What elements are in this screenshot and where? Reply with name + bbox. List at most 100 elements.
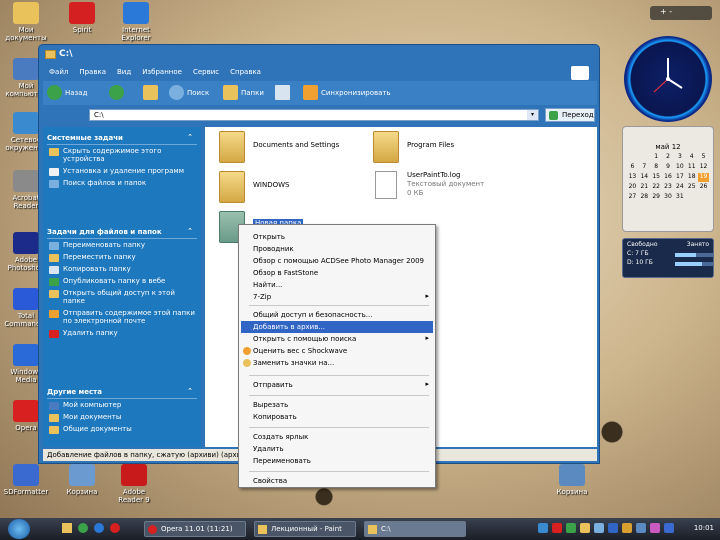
calendar-day[interactable]: 3	[674, 153, 685, 162]
context-menu-item[interactable]: 7-Zip ▸	[241, 291, 433, 303]
calendar-day[interactable]: 30	[663, 193, 674, 202]
task-link[interactable]: Скрыть содержимое этого устройства	[47, 145, 197, 165]
calendar-day[interactable]: 7	[639, 163, 650, 172]
quicklaunch-opera-icon[interactable]	[110, 523, 120, 533]
task-link[interactable]: Опубликовать папку в вебе	[47, 275, 197, 287]
calendar-day[interactable]: 1	[651, 153, 662, 162]
context-menu-item[interactable]: Оценить вес с Shockwave	[241, 345, 433, 357]
calendar-day[interactable]	[639, 153, 650, 162]
forward-button[interactable]	[109, 85, 125, 101]
calendar-day[interactable]: 24	[674, 183, 685, 192]
chevron-up-icon[interactable]: ⌃	[187, 227, 193, 235]
start-button[interactable]	[8, 519, 30, 539]
calendar-day[interactable]: 2	[663, 153, 674, 162]
chevron-up-icon[interactable]: ⌃	[187, 387, 193, 395]
desktop-icon[interactable]: Корзина	[58, 464, 106, 496]
desktop-icon[interactable]: Internet Explorer	[112, 2, 160, 42]
context-menu-item[interactable]: Общий доступ и безопасность...	[241, 309, 433, 321]
context-menu-item[interactable]: Свойства	[241, 475, 433, 487]
go-button[interactable]: Переход	[545, 108, 595, 122]
menu-help[interactable]: Справка	[224, 65, 266, 76]
context-menu-item[interactable]: Открыть с помощью поиска ▸	[241, 333, 433, 345]
calendar-day[interactable]: 18	[686, 173, 697, 182]
calendar-day[interactable]: 19	[698, 173, 709, 182]
calendar-day[interactable]: 5	[698, 153, 709, 162]
calendar-day[interactable]: 14	[639, 173, 650, 182]
tray-clock[interactable]: 10:01	[694, 524, 714, 532]
calendar-day[interactable]: 10	[674, 163, 685, 172]
calendar-day[interactable]: 21	[639, 183, 650, 192]
calendar-day[interactable]: 11	[686, 163, 697, 172]
calendar-day[interactable]: 31	[674, 193, 685, 202]
menu-file[interactable]: Файл	[43, 65, 73, 76]
file-item-name[interactable]: WINDOWS	[253, 181, 290, 190]
synchronize-button[interactable]: Синхронизировать	[303, 85, 391, 101]
task-link[interactable]: Переместить папку	[47, 251, 197, 263]
desktop-icon[interactable]: Adobe Reader 9	[110, 464, 158, 504]
calendar-day[interactable]: 22	[651, 183, 662, 192]
task-link[interactable]: Копировать папку	[47, 263, 197, 275]
desktop-icon[interactable]: Spirit	[58, 2, 106, 34]
text-document-icon[interactable]	[375, 171, 397, 199]
menu-favorites[interactable]: Избранное	[136, 65, 187, 76]
tray-volume-icon[interactable]	[594, 523, 604, 533]
context-menu-item[interactable]: Заменить значки на...	[241, 357, 433, 369]
calendar-month[interactable]: май 12	[623, 127, 713, 153]
calendar-day[interactable]: 17	[674, 173, 685, 182]
calendar-day[interactable]: 26	[698, 183, 709, 192]
calendar-day[interactable]: 9	[663, 163, 674, 172]
search-button[interactable]: Поиск	[169, 85, 209, 101]
quicklaunch-media-icon[interactable]	[78, 523, 88, 533]
menu-view[interactable]: Вид	[111, 65, 136, 76]
tray-keyboard-icon[interactable]	[580, 523, 590, 533]
desktop-icon[interactable]: Корзина	[548, 464, 596, 496]
tray-network-icon[interactable]	[538, 523, 548, 533]
up-button[interactable]	[143, 85, 159, 101]
context-menu-item[interactable]: Открыть	[241, 231, 433, 243]
context-menu-item[interactable]: Обзор с помощью ACDSee Photo Manager 200…	[241, 255, 433, 267]
tray-usb-icon[interactable]	[636, 523, 646, 533]
folder-icon[interactable]	[219, 131, 245, 163]
tray-security-icon[interactable]	[622, 523, 632, 533]
context-menu-item[interactable]: Проводник	[241, 243, 433, 255]
task-link[interactable]: Поиск файлов и папок	[47, 177, 197, 189]
file-item-name[interactable]: Documents and Settings	[253, 141, 339, 150]
menu-tools[interactable]: Сервис	[187, 65, 224, 76]
calendar-day[interactable]: 23	[663, 183, 674, 192]
calendar-day[interactable]: 6	[627, 163, 638, 172]
chevron-down-icon[interactable]: ▾	[527, 110, 538, 120]
taskbar-button-explorer[interactable]: C:\	[364, 521, 466, 537]
folder-icon[interactable]	[373, 131, 399, 163]
quicklaunch-ie-icon[interactable]	[94, 523, 104, 533]
taskbar-button-opera[interactable]: Opera 11.01 (11:21)	[144, 521, 246, 537]
calendar-day[interactable]	[698, 193, 709, 202]
calendar-day[interactable]: 4	[686, 153, 697, 162]
task-link[interactable]: Общие документы	[47, 423, 197, 435]
folders-button[interactable]: Папки	[223, 85, 264, 101]
menu-edit[interactable]: Правка	[73, 65, 111, 76]
calendar-day[interactable]	[627, 153, 638, 162]
views-button[interactable]	[275, 85, 295, 101]
sidebar-controls[interactable]: + -	[650, 6, 712, 20]
file-tasks-header[interactable]: Задачи для файлов и папок ⌃	[47, 225, 197, 239]
other-places-header[interactable]: Другие места ⌃	[47, 385, 197, 399]
task-link[interactable]: Открыть общий доступ к этой папке	[47, 287, 197, 307]
file-item-name[interactable]: UserPaintTo.log	[407, 171, 460, 180]
task-link[interactable]: Мой компьютер	[47, 399, 197, 411]
context-menu-item[interactable]: Отправить ▸	[241, 379, 433, 391]
desktop-icon[interactable]: SDFormatter	[2, 464, 50, 496]
tray-display-icon[interactable]	[664, 523, 674, 533]
calendar-day[interactable]: 8	[651, 163, 662, 172]
address-input[interactable]: C:\ ▾	[89, 109, 539, 121]
tray-update-icon[interactable]	[566, 523, 576, 533]
calendar-day[interactable]: 12	[698, 163, 709, 172]
calendar-day[interactable]: 15	[651, 173, 662, 182]
folder-icon[interactable]	[219, 171, 245, 203]
task-link[interactable]: Удалить папку	[47, 327, 197, 339]
calendar-day[interactable]: 25	[686, 183, 697, 192]
back-button[interactable]: Назад	[47, 85, 87, 101]
task-link[interactable]: Установка и удаление программ	[47, 165, 197, 177]
context-menu-item[interactable]: Добавить в архив...	[241, 321, 433, 333]
tray-antivirus-icon[interactable]	[552, 523, 562, 533]
desktop-icon[interactable]: Мои документы	[2, 2, 50, 42]
